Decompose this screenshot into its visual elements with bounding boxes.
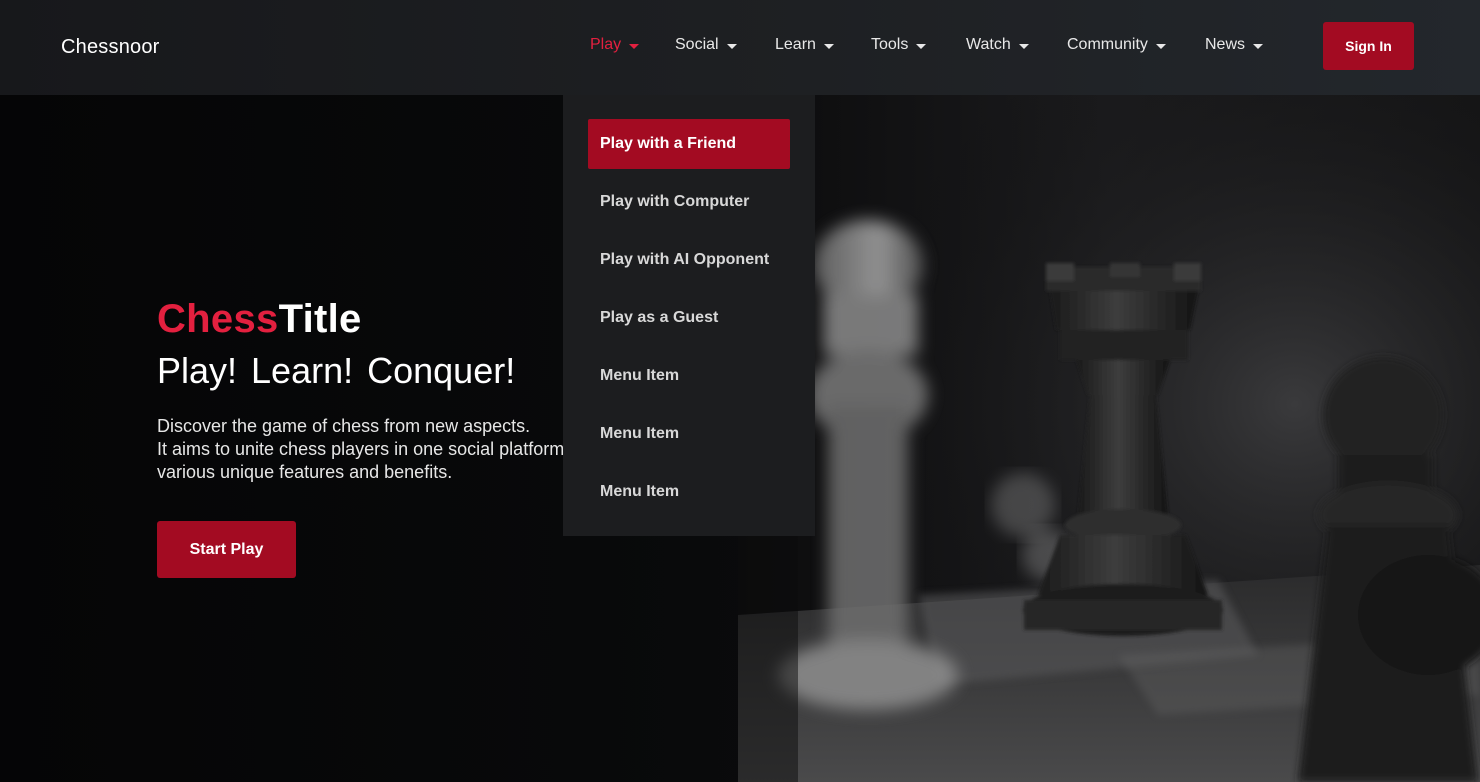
hero-description-line: Discover the game of chess from new aspe…: [157, 416, 531, 436]
top-navbar: Chessnoor Play Social Learn Tools Watch …: [0, 0, 1480, 95]
menu-item-play-as-guest[interactable]: Play as a Guest: [588, 293, 790, 343]
sign-in-button[interactable]: Sign In: [1323, 22, 1414, 70]
hero-subtitle: Play! Learn! Conquer!: [157, 350, 516, 391]
nav-community-label: Community: [1067, 36, 1148, 53]
nav-play[interactable]: Play: [590, 36, 640, 54]
hero-title-rest: Title: [278, 297, 362, 341]
nav-watch[interactable]: Watch: [966, 36, 1029, 54]
nav-news-label: News: [1205, 36, 1246, 53]
chevron-down-icon: [1253, 43, 1264, 49]
nav-tools-label: Tools: [871, 36, 909, 53]
hero-description-line: It aims to unite chess players in one so…: [157, 439, 602, 459]
chevron-down-icon: [916, 43, 927, 49]
nav-community[interactable]: Community: [1067, 36, 1166, 54]
hero-description-line: various unique features and benefits.: [157, 462, 453, 482]
chevron-down-icon: [629, 43, 640, 49]
chevron-down-icon: [1018, 43, 1029, 49]
play-dropdown-menu: Play with a Friend Play with Computer Pl…: [563, 95, 815, 536]
nav-learn[interactable]: Learn: [775, 36, 834, 54]
hero-description: Discover the game of chess from new aspe…: [157, 415, 602, 484]
nav-learn-label: Learn: [775, 36, 816, 53]
hero-title: ChessTitle: [157, 295, 587, 343]
chevron-down-icon: [823, 43, 834, 49]
chevron-down-icon: [1155, 43, 1166, 49]
nav-social-label: Social: [675, 36, 719, 53]
nav-news[interactable]: News: [1205, 36, 1264, 54]
menu-item-play-with-ai[interactable]: Play with AI Opponent: [588, 235, 790, 285]
menu-item[interactable]: Menu Item: [588, 409, 790, 459]
start-play-button[interactable]: Start Play: [157, 521, 296, 578]
hero-title-accent: Chess: [157, 297, 279, 341]
chevron-down-icon: [726, 43, 737, 49]
nav-social[interactable]: Social: [675, 36, 737, 54]
menu-item[interactable]: Menu Item: [588, 351, 790, 401]
menu-item-play-with-computer[interactable]: Play with Computer: [588, 177, 790, 227]
nav-watch-label: Watch: [966, 36, 1011, 53]
nav-tools[interactable]: Tools: [871, 36, 927, 54]
hero-text-block: ChessTitle Play! Learn! Conquer! Discove…: [157, 295, 602, 484]
nav-play-label: Play: [590, 36, 622, 53]
site-logo[interactable]: Chessnoor: [61, 36, 160, 59]
chess-rook-photo: [738, 95, 1480, 782]
menu-item-play-with-friend[interactable]: Play with a Friend: [588, 119, 790, 169]
menu-item[interactable]: Menu Item: [588, 467, 790, 517]
